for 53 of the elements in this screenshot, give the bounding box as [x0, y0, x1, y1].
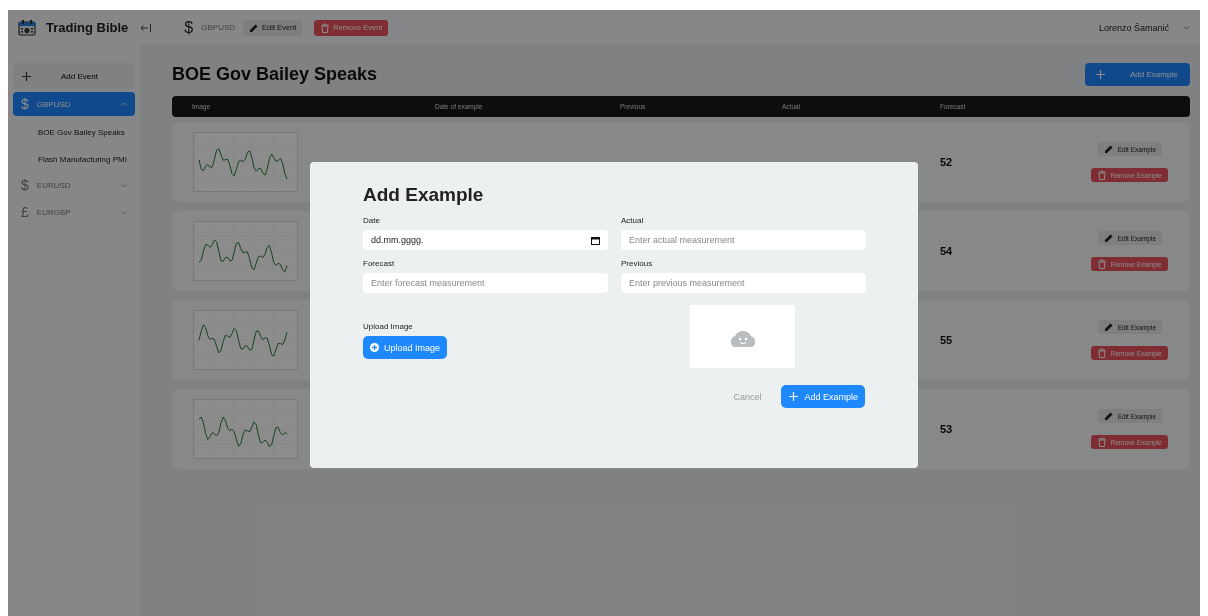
currency-pair: GBPUSD [201, 23, 236, 32]
add-example-button[interactable]: Add Example [1085, 62, 1190, 86]
caret-icon [120, 182, 127, 188]
app-title: Trading Bible [46, 20, 129, 35]
forecast-cell-text: 53 [940, 423, 954, 435]
plus-circle-icon [370, 343, 379, 352]
dollar-icon: $ [21, 177, 29, 193]
field-label: Upload Image [363, 322, 414, 331]
caret-icon [120, 209, 127, 215]
field-label: Actual [621, 216, 645, 225]
input-field[interactable]: Enter actual measurement [621, 230, 866, 250]
calendar-icon [591, 235, 600, 245]
forecast-cell-text: 55 [940, 334, 954, 346]
date-field[interactable]: dd.mm.gggg. [363, 230, 608, 250]
plus-icon [788, 391, 800, 402]
sidebar-item[interactable]: $ EURUSD [13, 173, 135, 197]
pencil-icon [249, 22, 260, 33]
pencil-icon [1103, 411, 1114, 421]
trash-icon [1096, 170, 1107, 180]
forecast-cell-text: 52 [940, 156, 954, 168]
input-field[interactable]: Enter forecast measurement [363, 273, 608, 293]
input-field[interactable]: Enter previous measurement [621, 273, 866, 293]
field-label: Previous [621, 259, 654, 268]
plus-icon [1095, 68, 1106, 80]
pencil-icon [1103, 144, 1114, 154]
add-example-submit-button[interactable]: Add Example [781, 385, 865, 408]
modal-title: Add Example [363, 184, 485, 206]
sidebar-item[interactable]: £ EURGBP [13, 200, 135, 224]
add-event-button[interactable]: Add Event [13, 63, 135, 89]
trash-icon [1096, 437, 1107, 447]
pound-icon: £ [21, 204, 29, 220]
user-menu[interactable]: Lorenzo Šamanić [1098, 22, 1169, 33]
collapse-icon[interactable] [140, 22, 153, 33]
page-title: BOE Gov Bailey Speaks [172, 63, 378, 85]
trash-icon [320, 22, 331, 33]
upload-image-button[interactable]: Upload Image [363, 336, 448, 359]
sidebar-subitem[interactable]: BOE Gov Bailey Speaks [13, 119, 135, 143]
sidebar-subitem[interactable]: Flash Manufacturing PMI [13, 146, 135, 170]
trash-icon [1096, 348, 1107, 358]
pencil-icon [1103, 233, 1114, 243]
caret-icon [120, 101, 127, 107]
dollar-icon: $ [184, 18, 194, 37]
forecast-cell-text: 54 [940, 245, 954, 257]
trash-icon [1096, 259, 1107, 269]
caret-icon [1183, 25, 1190, 30]
cancel-button[interactable]: Cancel [727, 390, 768, 403]
plus-icon [21, 70, 32, 82]
dollar-icon: $ [21, 96, 29, 112]
pencil-icon [1103, 322, 1114, 332]
calendar-logo-icon [18, 19, 36, 36]
sidebar-item[interactable]: $ GBPUSD [13, 92, 135, 116]
field-label: Date [363, 216, 381, 225]
field-label: Forecast [363, 259, 396, 268]
